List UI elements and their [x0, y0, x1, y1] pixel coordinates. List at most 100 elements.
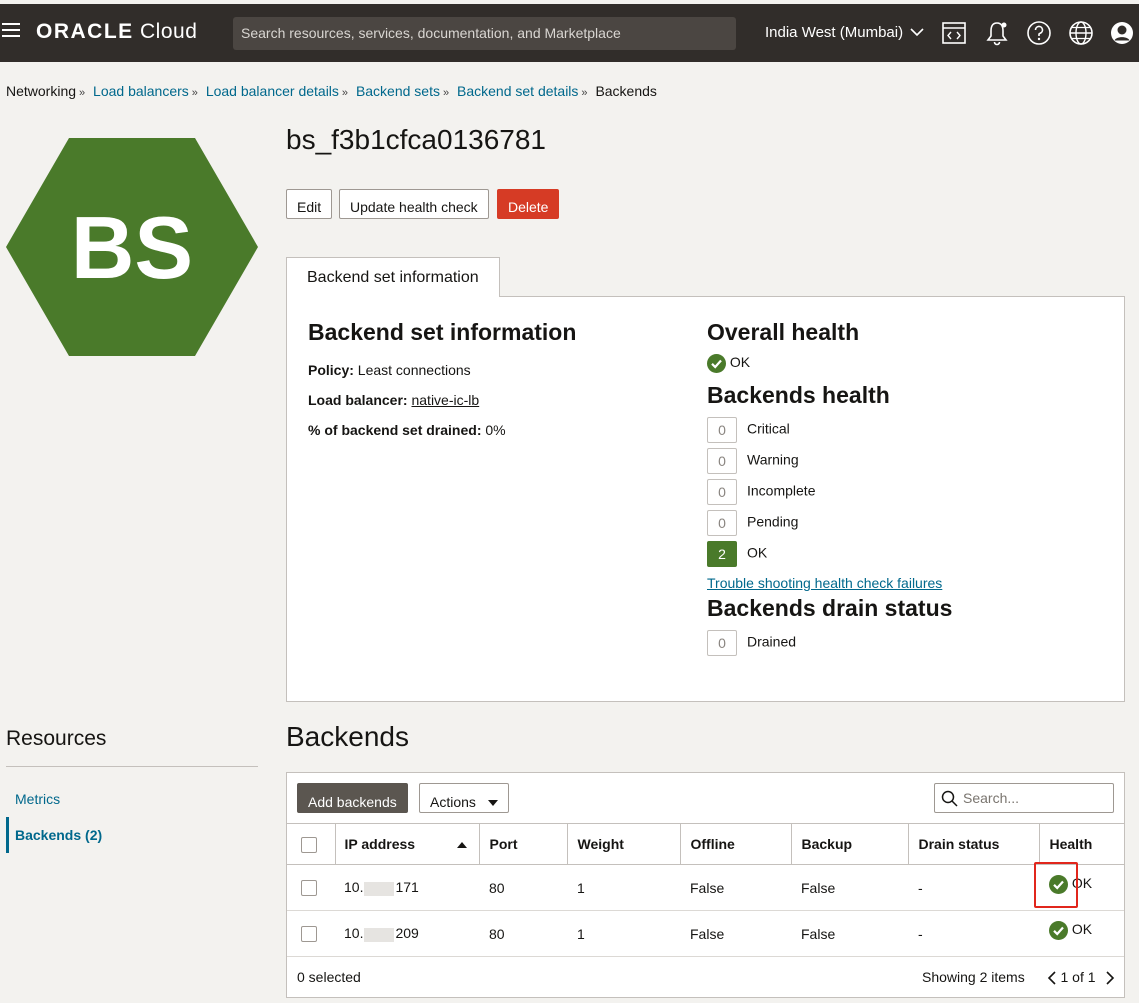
offline-cell: False	[680, 910, 791, 957]
oracle-cloud-logo[interactable]: ORACLE Cloud	[36, 20, 197, 44]
backends-heading: Backends	[286, 721, 409, 752]
help-icon[interactable]	[1026, 20, 1052, 46]
column-header-weight[interactable]: Weight	[566, 823, 680, 865]
add-backends-button[interactable]: Add backends	[297, 783, 408, 813]
overall-health-heading: Overall health	[707, 319, 860, 345]
breadcrumb-backends: Backends	[595, 83, 657, 99]
delete-button[interactable]: Delete	[497, 189, 560, 219]
tab-backend-set-information[interactable]: Backend set information	[286, 257, 500, 297]
breadcrumb-separator: »	[191, 87, 198, 99]
breadcrumb: Networking» Load balancers» Load balance…	[6, 83, 657, 99]
load-balancer-field: Load balancer: native-ic-lb	[308, 392, 480, 408]
ok-count-badge: 2	[707, 541, 737, 567]
annotation-highlight-box	[1034, 862, 1078, 908]
breadcrumb-backend-sets[interactable]: Backend sets	[356, 83, 440, 99]
page-title: bs_f3b1cfca0136781	[286, 124, 546, 155]
menu-icon[interactable]	[2, 23, 20, 37]
port-cell: 80	[479, 864, 567, 911]
health-row-warning: 0 Warning	[707, 448, 799, 474]
resources-item-metrics[interactable]: Metrics	[15, 791, 60, 807]
health-row-critical: 0 Critical	[707, 417, 790, 443]
check-circle-icon	[1049, 921, 1068, 940]
chevron-down-icon	[910, 28, 924, 37]
item-count: Showing 2 items	[922, 969, 1025, 985]
pagination: Showing 2 items 1 of 1	[922, 969, 1115, 985]
divider	[6, 766, 258, 767]
redacted-ip-segment	[364, 927, 395, 942]
table-row[interactable]: 10. 171 80 1 False False - OK	[287, 864, 1124, 911]
table-row[interactable]: 10. 209 80 1 False False - OK	[287, 910, 1124, 957]
column-header-ip-address[interactable]: IP address	[334, 823, 479, 865]
column-header-health[interactable]: Health	[1038, 823, 1124, 865]
column-header-backup[interactable]: Backup	[790, 823, 908, 865]
actions-dropdown-button[interactable]: Actions	[419, 783, 509, 813]
hexagon-label: BS	[71, 198, 193, 297]
backend-set-hexagon-icon: BS	[6, 138, 258, 356]
drain-status-cell: -	[908, 864, 1039, 911]
caret-down-icon	[487, 799, 498, 806]
update-health-check-button[interactable]: Update health check	[339, 189, 489, 219]
top-navigation-bar: ORACLE Cloud Search resources, services,…	[0, 4, 1139, 62]
column-header-drain-status[interactable]: Drain status	[907, 823, 1039, 865]
sort-ascending-icon	[456, 842, 467, 849]
health-row-incomplete: 0 Incomplete	[707, 479, 815, 505]
port-cell: 80	[479, 910, 567, 957]
overall-health-status: OK	[707, 354, 750, 373]
bell-icon[interactable]	[984, 20, 1010, 46]
chevron-right-icon[interactable]	[1105, 971, 1115, 985]
redacted-ip-segment	[364, 881, 395, 896]
globe-icon[interactable]	[1068, 20, 1094, 46]
load-balancer-link[interactable]: native-ic-lb	[411, 392, 479, 408]
drained-count-badge: 0	[707, 630, 737, 656]
troubleshooting-link[interactable]: Trouble shooting health check failures	[707, 575, 942, 591]
backup-cell: False	[791, 864, 908, 911]
breadcrumb-load-balancers[interactable]: Load balancers	[93, 83, 189, 99]
column-header-offline[interactable]: Offline	[679, 823, 791, 865]
user-avatar-icon[interactable]	[1109, 20, 1135, 46]
resources-item-backends[interactable]: Backends (2)	[15, 827, 102, 843]
policy-field: Policy: Least connections	[308, 362, 471, 378]
ip-address-cell: 10. 209	[335, 910, 479, 957]
offline-cell: False	[680, 864, 791, 911]
backends-search-input[interactable]	[934, 783, 1114, 813]
drained-percent-field: % of backend set drained: 0%	[308, 422, 506, 438]
row-checkbox[interactable]	[301, 926, 317, 943]
selected-count: 0 selected	[297, 969, 361, 985]
drain-status-cell: -	[908, 910, 1039, 957]
table-header-row: IP address Port Weight Offline Backup Dr…	[287, 823, 1124, 865]
resources-heading: Resources	[6, 727, 107, 750]
weight-cell: 1	[567, 864, 680, 911]
weight-cell: 1	[567, 910, 680, 957]
chevron-left-icon[interactable]	[1047, 971, 1057, 985]
breadcrumb-load-balancer-details[interactable]: Load balancer details	[206, 83, 339, 99]
global-search-input[interactable]: Search resources, services, documentatio…	[233, 17, 736, 50]
pending-count-badge: 0	[707, 510, 737, 536]
incomplete-count-badge: 0	[707, 479, 737, 505]
breadcrumb-separator: »	[341, 87, 349, 99]
breadcrumb-networking: Networking	[6, 83, 77, 99]
critical-count-badge: 0	[707, 417, 737, 443]
backends-table: IP address Port Weight Offline Backup Dr…	[287, 823, 1124, 957]
row-select-cell	[287, 910, 335, 957]
backends-table-panel: Add backends Actions IP address Port Wei…	[286, 772, 1125, 998]
health-row-ok: 2 OK	[707, 541, 767, 567]
search-icon	[941, 790, 958, 807]
page-indicator: 1 of 1	[1060, 969, 1096, 985]
ip-address-cell: 10. 171	[335, 864, 479, 911]
column-header-port[interactable]: Port	[478, 823, 567, 865]
breadcrumb-separator: »	[443, 87, 450, 99]
region-selector[interactable]: India West (Mumbai)	[765, 24, 924, 41]
backends-health-heading: Backends health	[707, 382, 890, 408]
info-heading: Backend set information	[308, 319, 577, 345]
backend-set-info-panel: Backend set information Policy: Least co…	[286, 296, 1125, 702]
row-select-cell	[287, 864, 335, 911]
row-checkbox[interactable]	[301, 880, 317, 897]
select-all-checkbox[interactable]	[301, 836, 317, 853]
backup-cell: False	[791, 910, 908, 957]
drain-row: 0 Drained	[707, 630, 796, 656]
code-editor-icon[interactable]	[941, 20, 967, 46]
breadcrumb-separator: »	[581, 87, 588, 99]
breadcrumb-backend-set-details[interactable]: Backend set details	[457, 83, 578, 99]
edit-button[interactable]: Edit	[286, 189, 333, 219]
breadcrumb-separator: »	[79, 87, 86, 99]
